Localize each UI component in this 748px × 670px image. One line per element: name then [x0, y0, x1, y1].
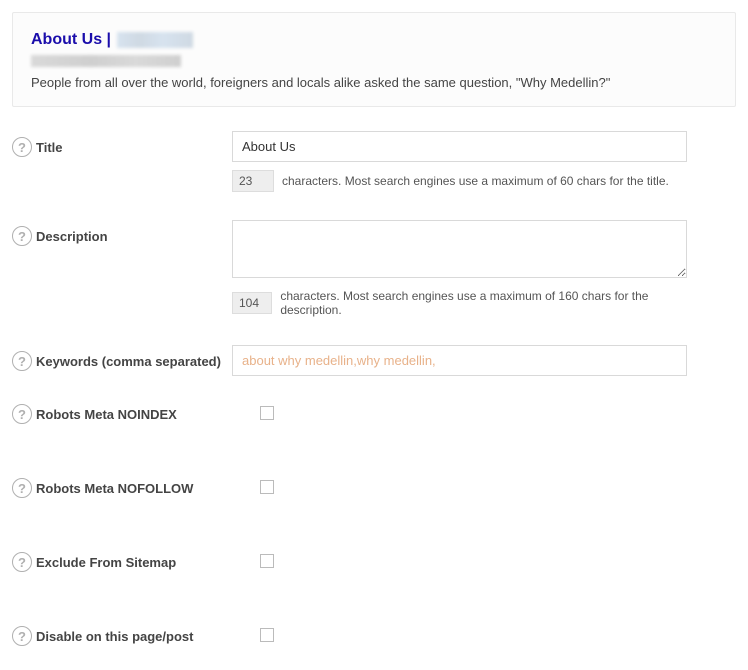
title-input[interactable] [232, 131, 687, 162]
row-title: ? Title 23 characters. Most search engin… [12, 131, 736, 192]
help-icon[interactable]: ? [12, 404, 32, 424]
row-noindex: ? Robots Meta NOINDEX [12, 404, 736, 424]
help-icon[interactable]: ? [12, 351, 32, 371]
exclude-sitemap-checkbox[interactable] [260, 554, 274, 568]
preview-url-redacted [31, 55, 181, 67]
help-icon[interactable]: ? [12, 626, 32, 646]
title-hint: characters. Most search engines use a ma… [282, 174, 669, 188]
preview-title-prefix: About Us | [31, 31, 115, 48]
preview-title: About Us | [31, 31, 717, 49]
row-description: ? Description 104 characters. Most searc… [12, 220, 736, 317]
label-noindex: Robots Meta NOINDEX [36, 407, 177, 422]
description-hint: characters. Most search engines use a ma… [280, 289, 687, 317]
help-icon[interactable]: ? [12, 552, 32, 572]
row-keywords: ? Keywords (comma separated) [12, 345, 736, 376]
help-icon[interactable]: ? [12, 137, 32, 157]
row-nofollow: ? Robots Meta NOFOLLOW [12, 478, 736, 498]
title-count: 23 [232, 170, 274, 192]
nofollow-checkbox[interactable] [260, 480, 274, 494]
seo-preview-card: About Us | People from all over the worl… [12, 12, 736, 107]
disable-checkbox[interactable] [260, 628, 274, 642]
noindex-checkbox[interactable] [260, 406, 274, 420]
row-exclude-sitemap: ? Exclude From Sitemap [12, 552, 736, 572]
label-description: Description [36, 229, 108, 244]
description-input[interactable] [232, 220, 687, 278]
label-nofollow: Robots Meta NOFOLLOW [36, 481, 193, 496]
help-icon[interactable]: ? [12, 478, 32, 498]
label-keywords: Keywords (comma separated) [36, 354, 221, 369]
preview-description: People from all over the world, foreigne… [31, 74, 717, 92]
description-count: 104 [232, 292, 272, 314]
label-disable: Disable on this page/post [36, 629, 193, 644]
label-exclude-sitemap: Exclude From Sitemap [36, 555, 176, 570]
label-title: Title [36, 140, 63, 155]
preview-title-redacted [117, 32, 193, 48]
row-disable: ? Disable on this page/post [12, 626, 736, 646]
help-icon[interactable]: ? [12, 226, 32, 246]
keywords-input[interactable] [232, 345, 687, 376]
